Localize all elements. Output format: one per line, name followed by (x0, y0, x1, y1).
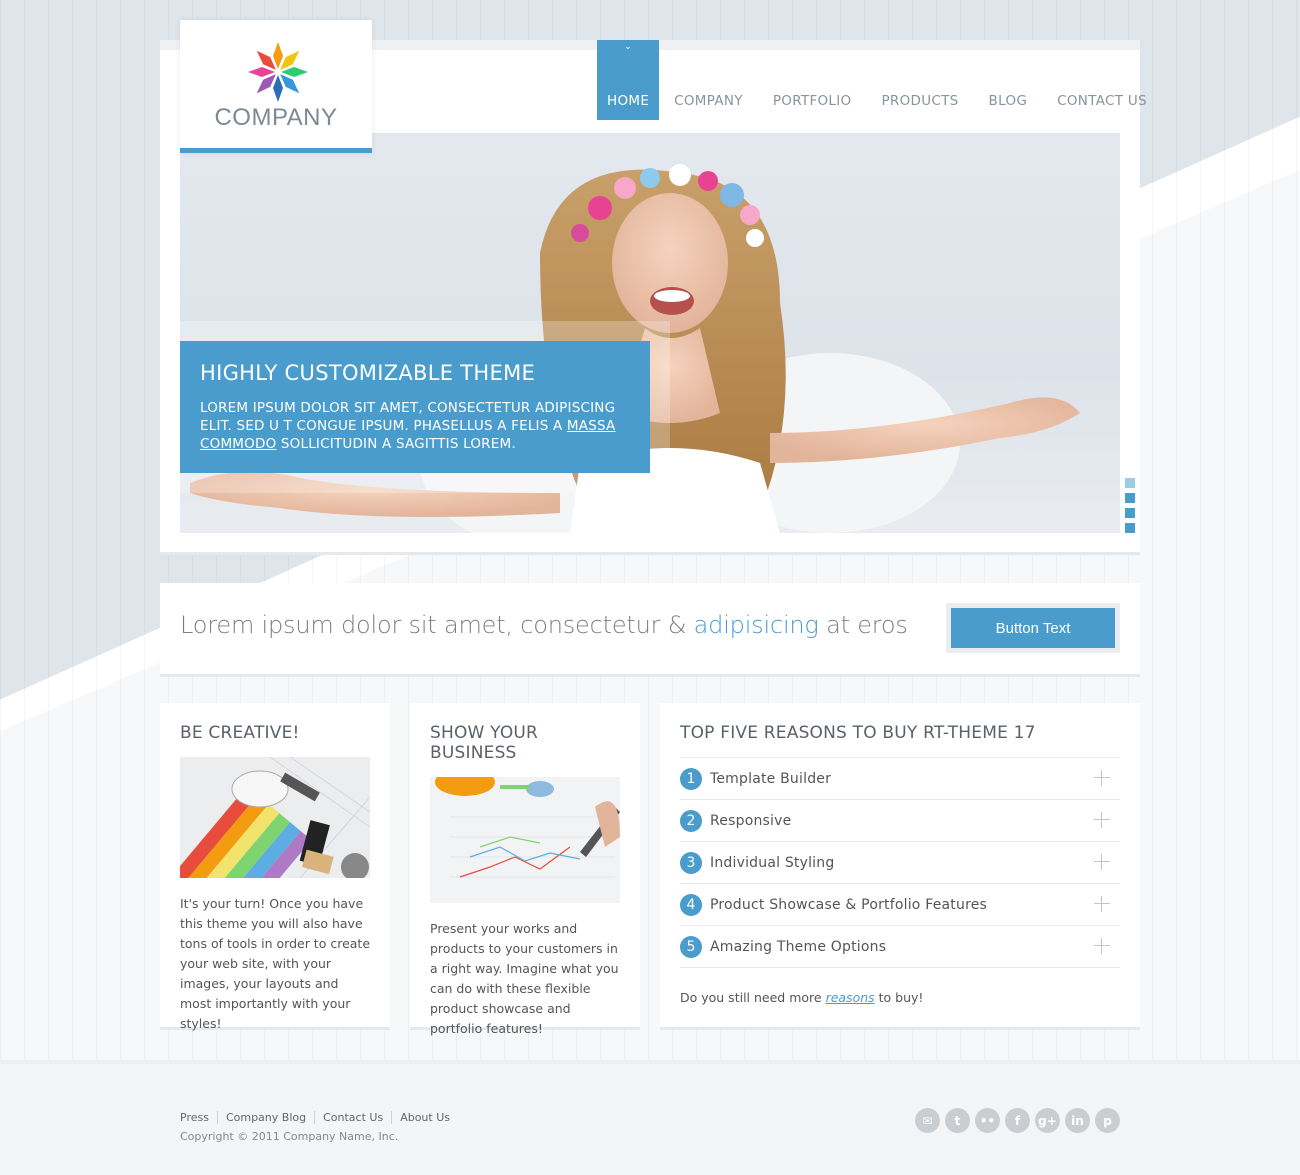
nav-label: BLOG (988, 93, 1028, 109)
caption-body: LOREM IPSUM DOLOR SIT AMET, CONSECTETUR … (200, 399, 630, 453)
feature-box-business: SHOW YOUR BUSINESS Present your works an… (410, 703, 640, 1036)
slider-pagination (1125, 478, 1135, 538)
reason-label: Individual Styling (710, 854, 835, 871)
reason-label: Amazing Theme Options (710, 938, 887, 955)
reason-label: Responsive (710, 812, 792, 829)
slider-dot[interactable] (1125, 508, 1135, 518)
reason-label: Template Builder (710, 770, 832, 787)
plus-icon[interactable] (1094, 812, 1110, 828)
reason-item[interactable]: 3 Individual Styling (680, 842, 1120, 884)
feature-text: It's your turn! Once you have this theme… (180, 896, 371, 1031)
footer-link-company-blog[interactable]: Company Blog (216, 1111, 314, 1124)
main-nav: ⌄ HOME COMPANY PORTFOLIO PRODUCTS BLOG C… (597, 40, 1162, 120)
slider-dot[interactable] (1125, 523, 1135, 533)
reasons-title: TOP FIVE REASONS TO BUY RT-THEME 17 (680, 723, 1036, 743)
tagline-box: Lorem ipsum dolor sit amet, consectetur … (160, 583, 1140, 674)
nav-item-home[interactable]: ⌄ HOME (597, 40, 660, 120)
note-text: to buy! (874, 990, 924, 1005)
nav-label: PRODUCTS (881, 93, 959, 109)
tagline-part: Lorem ipsum dolor sit amet, consectetur … (180, 611, 694, 639)
reason-number: 1 (680, 767, 702, 790)
nav-item-company[interactable]: COMPANY (659, 40, 758, 120)
plus-icon[interactable] (1094, 854, 1110, 870)
slider-dot[interactable] (1125, 493, 1135, 503)
reason-item[interactable]: 4 Product Showcase & Portfolio Features (680, 884, 1120, 926)
copyright: Copyright © 2011 Company Name, Inc. (180, 1130, 399, 1143)
slider-dot[interactable] (1125, 478, 1135, 488)
reason-item[interactable]: 2 Responsive (680, 800, 1120, 842)
nav-item-portfolio[interactable]: PORTFOLIO (758, 40, 867, 120)
reasons-link[interactable]: reasons (826, 990, 875, 1005)
google-plus-icon[interactable]: g+ (1035, 1108, 1060, 1133)
nav-label: COMPANY (674, 93, 743, 109)
tagline-text: Lorem ipsum dolor sit amet, consectetur … (180, 611, 908, 639)
feature-box-creative: BE CREATIVE! It's your turn! Once you ha… (160, 703, 390, 1031)
feature-title: SHOW YOUR BUSINESS (430, 723, 539, 763)
reason-item[interactable]: 1 Template Builder (680, 758, 1120, 800)
reasons-note: Do you still need more reasons to buy! (680, 990, 1120, 1005)
reason-label: Product Showcase & Portfolio Features (710, 896, 988, 913)
logo[interactable]: COMPANY (180, 20, 372, 153)
reasons-box: TOP FIVE REASONS TO BUY RT-THEME 17 1 Te… (660, 703, 1140, 1027)
logo-star-icon (248, 42, 308, 102)
hero-slider[interactable]: HIGHLY CUSTOMIZABLE THEME LOREM IPSUM DO… (180, 133, 1120, 533)
caption-title: HIGHLY CUSTOMIZABLE THEME (200, 361, 536, 385)
nav-label: HOME (607, 93, 650, 109)
twitter-icon[interactable]: t (945, 1108, 970, 1133)
logo-text: COMPANY (214, 104, 338, 131)
cta-frame: Button Text (946, 603, 1120, 653)
caption-text: LOREM IPSUM DOLOR SIT AMET, CONSECTETUR … (200, 400, 616, 434)
footer-link-contact-us[interactable]: Contact Us (314, 1111, 391, 1124)
footer-link-press[interactable]: Press (180, 1111, 217, 1124)
nav-item-contact-us[interactable]: CONTACT US (1042, 40, 1162, 120)
footer-link-about-us[interactable]: About Us (391, 1111, 458, 1124)
chevron-down-icon: ⌄ (624, 42, 632, 52)
note-text: Do you still need more (680, 990, 826, 1005)
reasons-list: 1 Template Builder 2 Responsive 3 Indivi… (680, 757, 1120, 968)
email-icon[interactable]: ✉ (915, 1108, 940, 1133)
reason-number: 3 (680, 851, 702, 874)
nav-label: CONTACT US (1057, 93, 1147, 109)
cta-button[interactable]: Button Text (951, 608, 1115, 648)
business-chart-image (430, 768, 620, 903)
tagline-highlight: adipisicing (693, 611, 819, 639)
reason-number: 2 (680, 809, 702, 832)
reason-number: 4 (680, 893, 702, 916)
color-swatches-image (170, 756, 371, 932)
social-links: ✉ t •• f g+ in p (915, 1108, 1125, 1133)
tagline-part: at eros (818, 611, 908, 639)
pinterest-icon[interactable]: p (1095, 1108, 1120, 1133)
plus-icon[interactable] (1094, 896, 1110, 912)
nav-item-products[interactable]: PRODUCTS (866, 40, 973, 120)
footer-links: Press Company Blog Contact Us About Us (180, 1111, 458, 1124)
flickr-icon[interactable]: •• (975, 1108, 1000, 1133)
nav-label: PORTFOLIO (772, 93, 852, 109)
nav-item-blog[interactable]: BLOG (974, 40, 1043, 120)
plus-icon[interactable] (1094, 770, 1110, 786)
reason-number: 5 (680, 935, 702, 958)
linkedin-icon[interactable]: in (1065, 1108, 1090, 1133)
facebook-icon[interactable]: f (1005, 1108, 1030, 1133)
feature-title: BE CREATIVE! (180, 723, 300, 743)
reason-item[interactable]: 5 Amazing Theme Options (680, 926, 1120, 968)
plus-icon[interactable] (1094, 938, 1110, 954)
footer: Press Company Blog Contact Us About Us C… (0, 1060, 1300, 1175)
slider-caption: HIGHLY CUSTOMIZABLE THEME LOREM IPSUM DO… (180, 341, 650, 473)
caption-text: SOLLICITUDIN A SAGITTIS LOREM. (276, 436, 516, 452)
feature-text: Present your works and products to your … (430, 921, 619, 1036)
